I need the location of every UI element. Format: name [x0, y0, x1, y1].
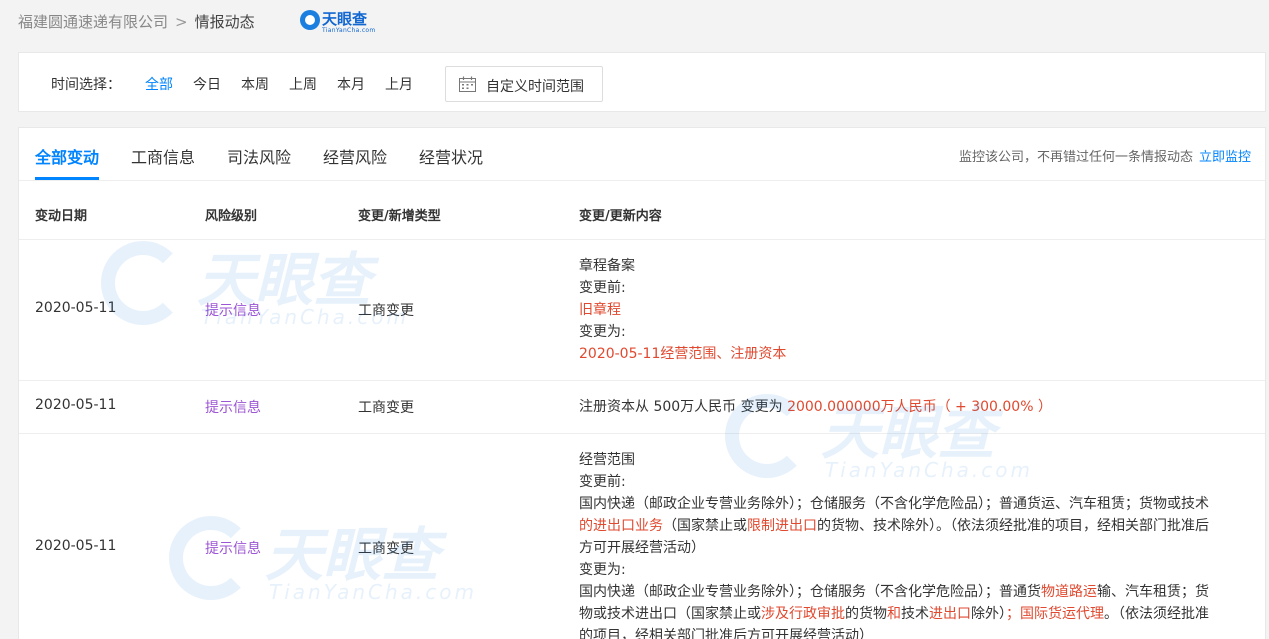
time-option-last-month[interactable]: 上月 [385, 74, 413, 94]
custom-time-range-label: 自定义时间范围 [486, 79, 584, 95]
content-text: 技术 [901, 606, 929, 622]
calendar-icon [459, 76, 476, 92]
breadcrumb: 福建圆通速递有限公司 > 情报动态 [18, 11, 255, 32]
monitor-text: 监控该公司，不再错过任何一条情报动态 [958, 150, 1193, 165]
content-text: 除外） [971, 606, 1006, 622]
row-change-content: 章程备案变更前: 旧章程变更为: 2020-05-11经营范围、注册资本 [579, 255, 1229, 365]
time-option-last-week[interactable]: 上周 [289, 74, 317, 94]
row-risk-level: 提示信息 [205, 303, 261, 319]
content-line: 的进出口业务（国家禁止或限制进出口的货物、技术除外）。（依法须经批准的项目，经相… [579, 515, 1229, 537]
table-row: 2020-05-11 提示信息 工商变更 经营范围变更前: 国内快递（邮政企业专营… [19, 434, 1265, 639]
highlighted-text: 进出口 [929, 606, 971, 622]
content-text: 。（依法须经批准 [1104, 606, 1209, 622]
header-risk-level: 风险级别 [205, 209, 258, 224]
content-text: 注册资本从 500万人民币 变更为 [579, 399, 788, 415]
row-change-content: 经营范围变更前: 国内快递（邮政企业专营业务除外）；仓储服务（不含化学危险品）；普… [579, 449, 1229, 639]
content-text: （国家禁止或 [663, 518, 747, 534]
content-text: 经营范围 [579, 452, 635, 468]
content-text: 章程备案 [579, 258, 635, 274]
highlighted-text: 2000.000000万人民币（ + 300.00% ） [787, 399, 1052, 415]
logo-subtitle: TianYanCha.com [322, 27, 376, 34]
top-bar: 福建圆通速递有限公司 > 情报动态 天眼查 TianYanCha.com [0, 0, 1269, 42]
content-text: 变更为: [579, 324, 626, 340]
content-text: 的货物、技术除外）。（依法须经批准的项目，经相关部门批准后 [817, 518, 1209, 534]
tab-all-changes[interactable]: 全部变动 [35, 144, 99, 168]
time-option-today[interactable]: 今日 [193, 74, 221, 94]
time-option-this-week[interactable]: 本周 [241, 74, 269, 94]
content-line: 旧章程 [579, 299, 1229, 321]
custom-time-range-button[interactable]: 自定义时间范围 [445, 66, 603, 102]
tianyancha-logo[interactable]: 天眼查 TianYanCha.com [300, 8, 376, 34]
highlighted-text: 物道路运 [1041, 584, 1097, 600]
content-line: 经营范围 [579, 449, 1229, 471]
row-date: 2020-05-11 [35, 300, 117, 316]
table-header: 变动日期 风险级别 变更/新增类型 变更/更新内容 [19, 181, 1265, 240]
content-text: 的货物 [845, 606, 887, 622]
highlighted-text: 业务 [635, 518, 663, 534]
content-line: 物或技术进出口（国家禁止或涉及行政审批的货物和技术进出口除外）；国际货运代理。（… [579, 603, 1229, 625]
monitor-now-link[interactable]: 立即监控 [1199, 150, 1251, 165]
row-change-type: 工商变更 [358, 400, 414, 416]
row-date: 2020-05-11 [35, 538, 117, 554]
highlighted-text: 涉及行政审批 [761, 606, 845, 622]
content-text: 变更前: [579, 280, 626, 296]
breadcrumb-company-link[interactable]: 福建圆通速递有限公司 [18, 13, 168, 31]
logo-name: 天眼查 [322, 10, 368, 28]
header-change-type: 变更/新增类型 [358, 209, 441, 224]
header-change-content: 变更/更新内容 [579, 209, 662, 224]
content-text: 输、汽车租赁；货 [1097, 584, 1209, 600]
content-line: 变更为: [579, 321, 1229, 343]
active-tab-indicator [35, 177, 99, 180]
row-change-content: 注册资本从 500万人民币 变更为 2000.000000万人民币（ + 300… [579, 396, 1229, 418]
highlighted-text: 限制进出口 [747, 518, 817, 534]
content-line: 2020-05-11经营范围、注册资本 [579, 343, 1229, 365]
content-text: 的项目，经相关部门批准后方可开展经营活动） [579, 628, 873, 639]
highlighted-text: ；国际货运代理 [1006, 606, 1104, 622]
tab-operating-risk[interactable]: 经营风险 [323, 144, 387, 168]
content-text: 国内快递（邮政企业专营业务除外）；仓储服务（不含化学危险品）；普通货运、汽车租赁… [579, 496, 1209, 512]
time-filter-bar: 时间选择： 全部 今日 本周 上周 本月 上月 自定义时间范围 [18, 52, 1266, 112]
row-change-type: 工商变更 [358, 303, 414, 319]
time-filter-label: 时间选择： [51, 77, 121, 93]
content-line: 注册资本从 500万人民币 变更为 2000.000000万人民币（ + 300… [579, 396, 1229, 418]
content-line: 变更前: [579, 471, 1229, 493]
breadcrumb-current: 情报动态 [194, 13, 255, 31]
row-risk-level: 提示信息 [205, 400, 261, 416]
content-line: 变更为: [579, 559, 1229, 581]
content-text: 方可开展经营活动） [579, 540, 705, 556]
highlighted-text: 和 [887, 606, 901, 622]
content-line: 方可开展经营活动） [579, 537, 1229, 559]
content-line: 章程备案 [579, 255, 1229, 277]
content-line: 国内快递（邮政企业专营业务除外）；仓储服务（不含化学危险品）；普通货物道路运输、… [579, 581, 1229, 603]
content-line: 国内快递（邮政企业专营业务除外）；仓储服务（不含化学危险品）；普通货运、汽车租赁… [579, 493, 1229, 515]
row-risk-level: 提示信息 [205, 541, 261, 557]
content-text: 物或技术进出口（国家禁止或 [579, 606, 761, 622]
tab-operating-status[interactable]: 经营状况 [419, 144, 483, 168]
content-text: 变更前: [579, 474, 626, 490]
tab-business-info[interactable]: 工商信息 [131, 144, 195, 168]
time-option-this-month[interactable]: 本月 [337, 74, 365, 94]
highlighted-text: 2020-05-11经营范围、注册资本 [579, 346, 787, 362]
content-line: 变更前: [579, 277, 1229, 299]
logo-mark-icon [300, 10, 320, 30]
highlighted-text: 旧章程 [579, 302, 621, 318]
row-date: 2020-05-11 [35, 397, 117, 413]
content-text: 变更为: [579, 562, 626, 578]
highlighted-text: 的进出口 [579, 518, 635, 534]
content-line: 的项目，经相关部门批准后方可开展经营活动） [579, 625, 1229, 639]
table-row: 2020-05-11 提示信息 工商变更 注册资本从 500万人民币 变更为 2… [19, 381, 1265, 434]
breadcrumb-separator: > [175, 13, 188, 31]
content-text: 国内快递（邮政企业专营业务除外）；仓储服务（不含化学危险品）；普通货 [579, 584, 1041, 600]
changes-panel: 全部变动 工商信息 司法风险 经营风险 经营状况 监控该公司，不再错过任何一条情… [18, 127, 1266, 639]
tab-judicial-risk[interactable]: 司法风险 [227, 144, 291, 168]
monitor-prompt: 监控该公司，不再错过任何一条情报动态 立即监控 [959, 146, 1251, 165]
table-row: 2020-05-11 提示信息 工商变更 章程备案变更前: 旧章程变更为: 2020… [19, 240, 1265, 381]
time-option-all[interactable]: 全部 [145, 74, 173, 94]
category-tabs: 全部变动 工商信息 司法风险 经营风险 经营状况 监控该公司，不再错过任何一条情… [19, 128, 1265, 181]
header-change-date: 变动日期 [35, 209, 88, 224]
row-change-type: 工商变更 [358, 541, 414, 557]
